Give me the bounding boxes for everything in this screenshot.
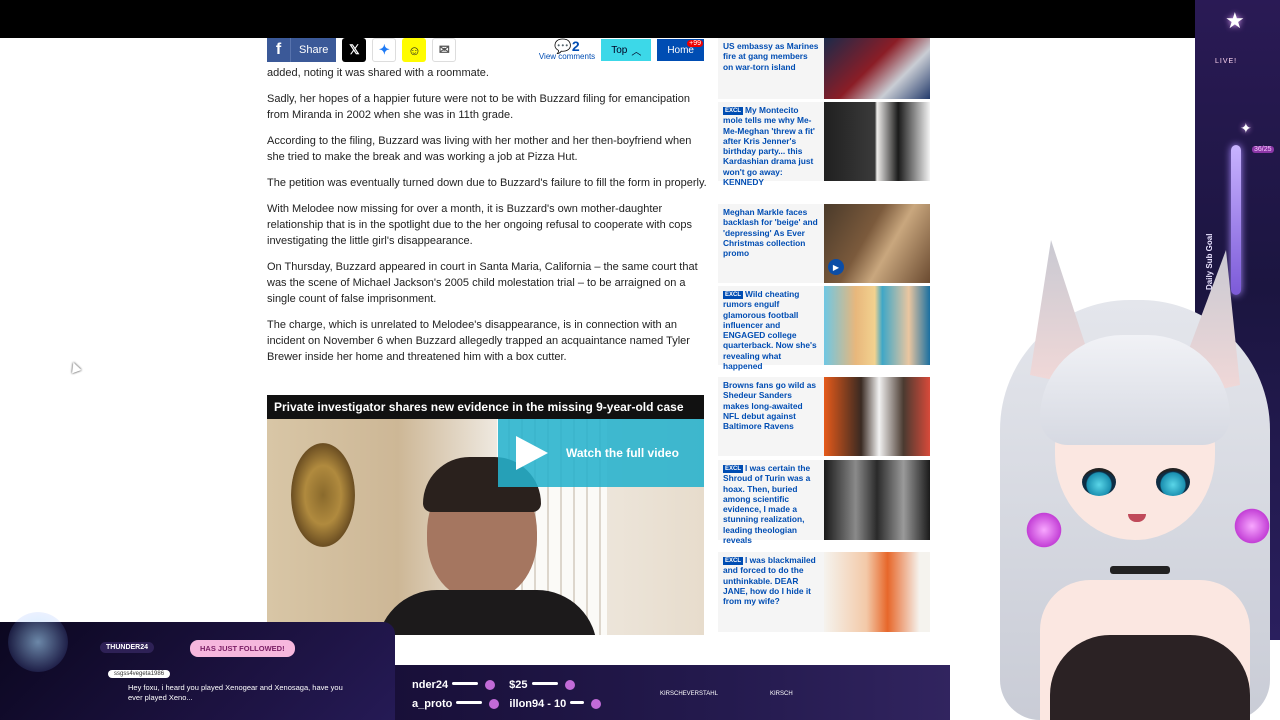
video-player[interactable]: Private investigator shares new evidence… [267, 395, 704, 635]
play-icon [516, 436, 548, 470]
fox-mascot-icon [8, 612, 68, 672]
sidebar-item-headline: US embassy as Marines fire at gang membe… [723, 41, 819, 72]
avatar-eye [1156, 468, 1190, 496]
sidebar-item-thumbnail: ▶ [824, 204, 930, 283]
mouse-cursor-icon [68, 360, 82, 374]
article-paragraph: With Melodee now missing for over a mont… [267, 203, 692, 247]
snapchat-icon[interactable]: ☺ [402, 38, 427, 62]
ticker-row-1: nder24 $25 [412, 679, 578, 691]
ticker-name: KIRSCH [770, 691, 793, 697]
facebook-share-button[interactable]: f Share [267, 38, 337, 62]
sidebar-item[interactable]: EXCL Wild cheating rumors engulf glamorou… [718, 286, 930, 372]
facebook-icon: f [267, 38, 291, 62]
home-badge: +99 [687, 40, 703, 47]
sidebar-item-headline: EXCL I was blackmailed and forced to do t… [723, 555, 816, 607]
exclusive-tag: EXCL [723, 557, 744, 565]
sidebar-item-headline: EXCL My Montecito mole tells me why Me-Me… [723, 105, 815, 188]
article-paragraph: Sadly, her hopes of a happier future wer… [267, 93, 690, 121]
messenger-icon[interactable]: ✦ [372, 38, 397, 62]
email-icon[interactable]: ✉ [432, 38, 457, 62]
chat-username: ssgss4vegeta1986 [108, 670, 171, 678]
share-bar: f Share 𝕏 ✦ ☺ ✉ 💬2 View comments Top ︿ H… [267, 38, 704, 62]
sidebar-item[interactable]: Meghan Markle faces backlash for 'beige'… [718, 204, 930, 283]
sidebar-item[interactable]: US embassy as Marines fire at gang membe… [718, 38, 930, 99]
article-paragraph: On Thursday, Buzzard appeared in court i… [267, 261, 698, 305]
video-wall-ornament [291, 443, 355, 547]
chevron-up-icon: ︿ [631, 46, 642, 58]
star-icon: ★ [1225, 8, 1245, 33]
top-label: Top [611, 44, 628, 56]
sidebar-item[interactable]: EXCL I was certain the Shroud of Turin wa… [718, 460, 930, 546]
article-body: added, noting it was shared with a roomm… [267, 65, 707, 375]
sidebar-item-thumbnail [824, 38, 930, 99]
sidebar-item[interactable]: EXCL My Montecito mole tells me why Me-Me… [718, 102, 930, 188]
article-paragraph: added, noting it was shared with a roomm… [267, 67, 489, 79]
sidebar-item-headline: Meghan Markle faces backlash for 'beige'… [723, 207, 818, 259]
sparkle-icon: ✦ [1240, 120, 1252, 136]
view-comments-link[interactable]: 💬2 View comments [539, 39, 595, 61]
exclusive-tag: EXCL [723, 465, 744, 473]
screen: f Share 𝕏 ✦ ☺ ✉ 💬2 View comments Top ︿ H… [0, 0, 1280, 720]
vtuber-avatar [960, 240, 1280, 720]
ticker-row-2: a_proto illon94 - 10 [412, 698, 604, 710]
top-button[interactable]: Top ︿ [601, 39, 652, 61]
sidebar-item-headline: EXCL I was certain the Shroud of Turin wa… [723, 463, 811, 546]
video-speaker [377, 457, 597, 635]
sidebar-item-thumbnail [824, 377, 930, 456]
chat-message: Hey foxu, i heard you played Xenogear an… [128, 683, 343, 702]
flower-icon [1232, 506, 1272, 546]
comments-label: View comments [538, 52, 596, 61]
sidebar-item[interactable]: EXCL I was blackmailed and forced to do t… [718, 552, 930, 632]
exclusive-tag: EXCL [723, 107, 744, 115]
play-icon: ▶ [828, 259, 844, 275]
article-paragraph: According to the filing, Buzzard was liv… [267, 135, 692, 163]
sidebar-item-thumbnail [824, 102, 930, 181]
sidebar-item-headline: Browns fans go wild as Shedeur Sanders m… [723, 380, 817, 432]
exclusive-tag: EXCL [723, 291, 744, 299]
sub-goal-count: 36/25 [1252, 146, 1274, 153]
ticker-name: KIRSCHEVERSTAHL [660, 691, 718, 697]
sidebar-item-thumbnail [824, 460, 930, 540]
sidebar-item-headline: EXCL Wild cheating rumors engulf glamorou… [723, 289, 817, 372]
related-sidebar: US embassy as Marines fire at gang membe… [718, 38, 930, 635]
video-title: Private investigator shares new evidence… [267, 395, 704, 419]
flower-icon [1024, 510, 1064, 550]
top-black-bar [0, 0, 1280, 38]
follow-alert: HAS JUST FOLLOWED! [190, 640, 295, 657]
avatar-eye [1082, 468, 1116, 496]
sidebar-item-thumbnail [824, 552, 930, 632]
article-paragraph: The petition was eventually turned down … [267, 177, 707, 189]
watch-full-video-button[interactable]: Watch the full video [498, 419, 704, 487]
sidebar-item-thumbnail [824, 286, 930, 365]
live-label: LIVE! [1215, 58, 1238, 65]
follower-name: THUNDER24 [100, 642, 155, 653]
watch-label: Watch the full video [566, 446, 679, 460]
home-button[interactable]: Home +99 [657, 39, 704, 61]
sidebar-item[interactable]: Browns fans go wild as Shedeur Sanders m… [718, 377, 930, 456]
article-paragraph: The charge, which is unrelated to Melode… [267, 319, 690, 363]
share-label: Share [299, 44, 329, 56]
x-icon[interactable]: 𝕏 [342, 38, 367, 62]
